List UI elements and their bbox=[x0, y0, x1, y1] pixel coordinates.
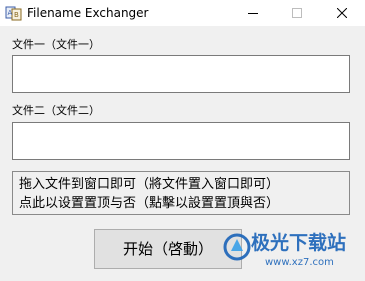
watermark: 极光下载站 www.xz7.com bbox=[221, 229, 361, 277]
watermark-brand: 极光下载站 bbox=[251, 232, 347, 254]
watermark-url: www.xz7.com bbox=[265, 257, 334, 268]
close-icon bbox=[337, 8, 347, 18]
topmost-hint-text: 点此以设置置顶与否（點擊以設置置頂與否） bbox=[19, 196, 280, 211]
minimize-icon bbox=[248, 13, 258, 14]
first-file-input[interactable] bbox=[12, 55, 350, 93]
first-file-label: 文件一（文件一） bbox=[12, 38, 100, 51]
drop-hint-text: 拖入文件到窗口即可（將文件置入窗口即可） bbox=[19, 177, 280, 192]
svg-text:A: A bbox=[8, 9, 13, 17]
watermark-logo-icon bbox=[223, 233, 251, 261]
close-button[interactable] bbox=[320, 0, 364, 26]
start-button[interactable]: 开始（啓動） bbox=[94, 229, 242, 269]
second-file-input[interactable] bbox=[12, 122, 350, 160]
second-file-label: 文件二（文件二） bbox=[12, 104, 100, 117]
title-bar[interactable]: A B Filename Exchanger bbox=[0, 0, 365, 26]
minimize-button[interactable] bbox=[231, 0, 275, 26]
maximize-icon bbox=[292, 8, 302, 18]
svg-text:B: B bbox=[14, 11, 19, 19]
topmost-toggle-area[interactable]: 拖入文件到窗口即可（將文件置入窗口即可） 点此以设置置顶与否（點擊以設置置頂與否… bbox=[12, 171, 350, 215]
window-title: Filename Exchanger bbox=[27, 6, 149, 20]
app-icon: A B bbox=[5, 6, 22, 21]
maximize-button[interactable] bbox=[275, 0, 319, 26]
